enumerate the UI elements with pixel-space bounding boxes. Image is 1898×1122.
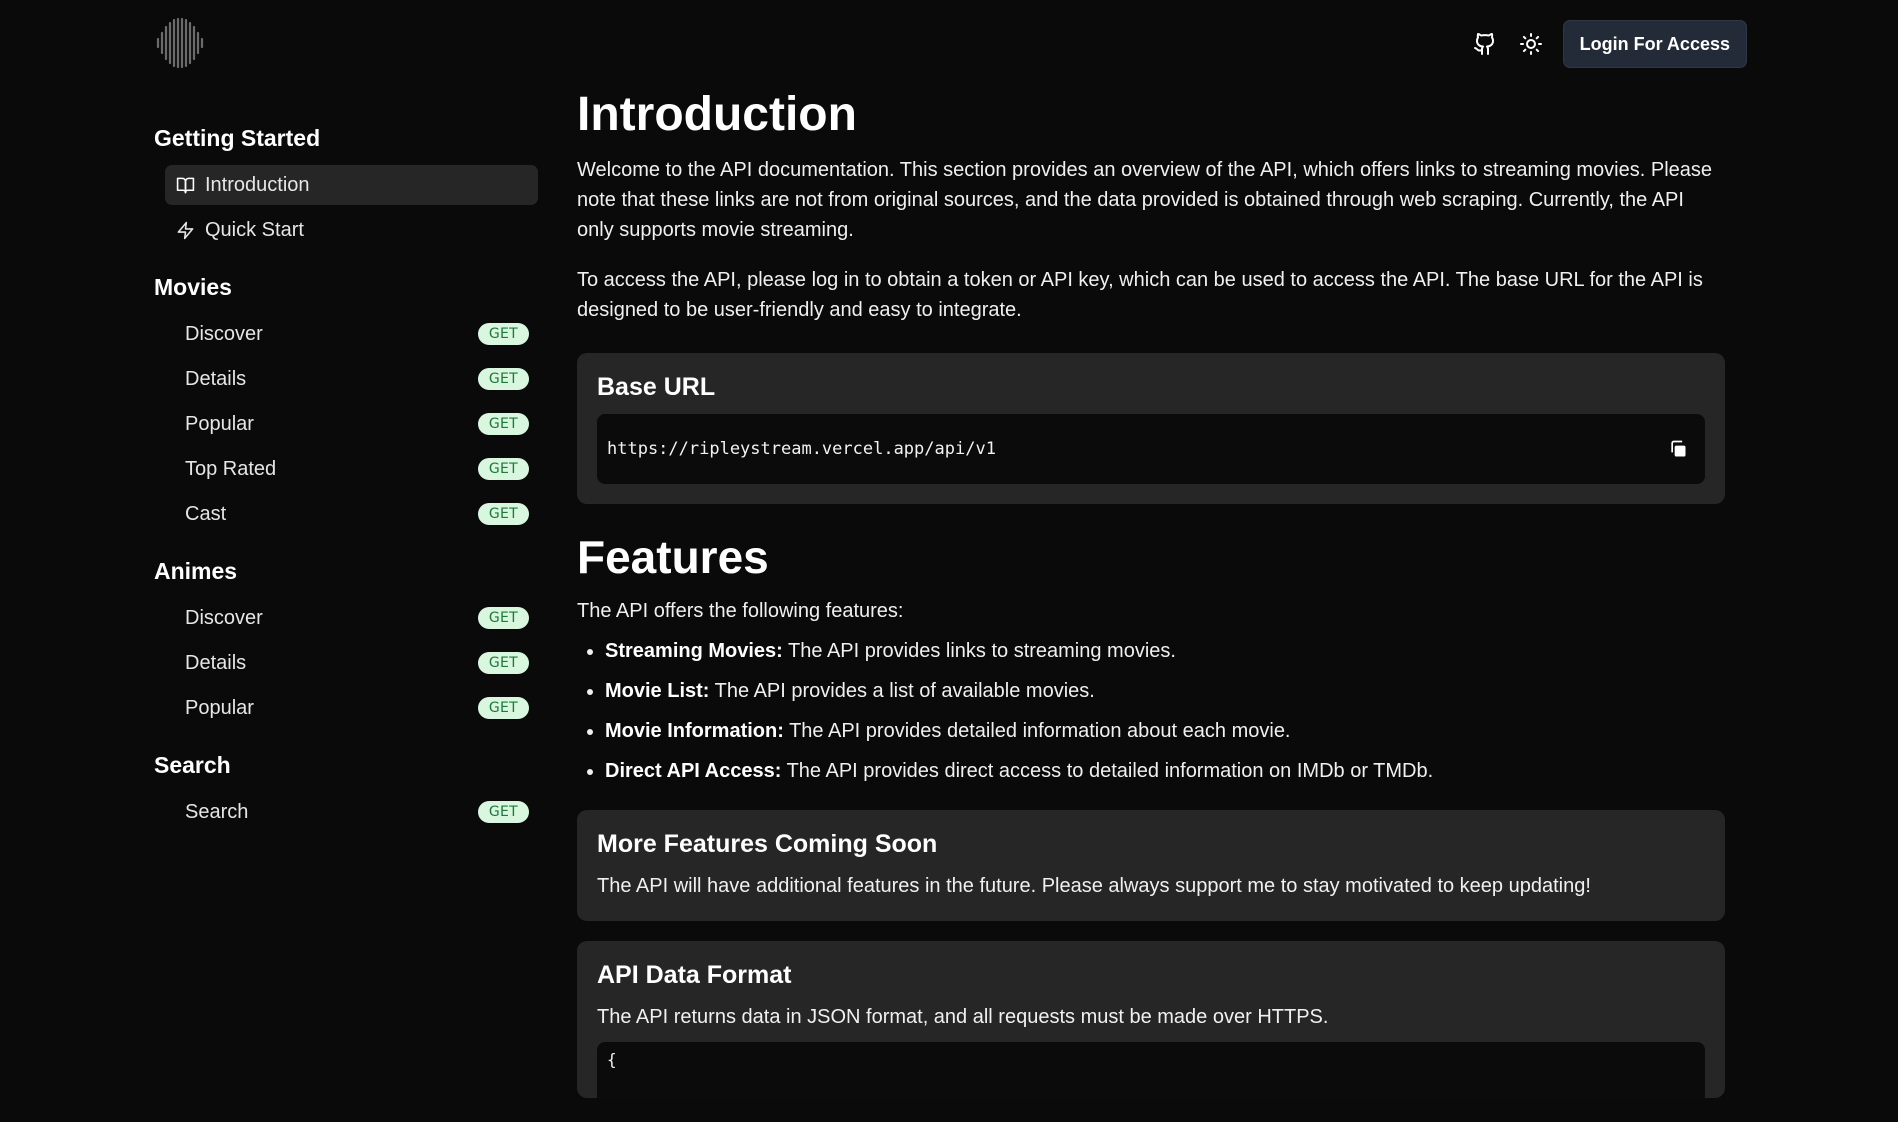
sidebar-item-animes-discover[interactable]: Discover GET — [165, 598, 538, 638]
method-badge: GET — [477, 503, 529, 525]
card-text: The API will have additional features in… — [597, 875, 1591, 897]
topbar-actions: Login For Access — [1471, 20, 1747, 68]
sidebar-item-label: Introduction — [205, 173, 310, 196]
sidebar-item-label: Search — [185, 800, 249, 823]
card-title: API Data Format — [597, 961, 792, 989]
sidebar-item-search[interactable]: Search GET — [165, 792, 538, 832]
feature-list: Streaming Movies: The API provides links… — [577, 636, 1725, 786]
login-button[interactable]: Login For Access — [1562, 20, 1747, 68]
waveform-logo-icon[interactable] — [154, 17, 206, 69]
zap-icon — [175, 220, 195, 240]
sidebar-item-label: Quick Start — [205, 218, 304, 241]
page-title: Introduction — [577, 88, 857, 141]
base-url-code: https://ripleystream.vercel.app/api/v1 — [597, 414, 1705, 484]
feature-desc: The API provides a list of available mov… — [709, 680, 1095, 702]
list-item: Direct API Access: The API provides dire… — [605, 756, 1725, 786]
method-badge: GET — [477, 801, 529, 823]
sidebar-item-quick-start[interactable]: Quick Start — [165, 210, 538, 250]
sidebar-item-label: Cast — [185, 502, 227, 525]
card-title: Base URL — [597, 373, 716, 401]
method-badge: GET — [477, 368, 529, 390]
features-intro: The API offers the following features: — [577, 600, 904, 622]
sidebar-item-movies-discover[interactable]: Discover GET — [165, 314, 538, 354]
sidebar-item-label: Popular — [185, 412, 254, 435]
feature-desc: The API provides detailed information ab… — [783, 720, 1291, 742]
sidebar-section-title: Search — [154, 752, 231, 778]
sidebar-item-label: Top Rated — [185, 457, 277, 480]
feature-name: Direct API Access: — [605, 760, 782, 782]
book-icon — [175, 175, 195, 195]
sun-icon[interactable] — [1517, 30, 1545, 58]
feature-name: Movie List: — [605, 680, 710, 702]
card-title: More Features Coming Soon — [597, 830, 938, 858]
sidebar-item-label: Discover — [185, 322, 263, 345]
sidebar-section-title: Movies — [154, 274, 232, 300]
method-badge: GET — [477, 697, 529, 719]
sidebar-item-animes-details[interactable]: Details GET — [165, 643, 538, 683]
sidebar-item-introduction[interactable]: Introduction — [165, 165, 538, 205]
sidebar-item-movies-details[interactable]: Details GET — [165, 359, 538, 399]
features-heading: Features — [577, 531, 769, 583]
list-item: Movie Information: The API provides deta… — [605, 716, 1725, 746]
feature-desc: The API provides direct access to detail… — [781, 760, 1434, 782]
method-badge: GET — [477, 607, 529, 629]
github-icon[interactable] — [1471, 30, 1499, 58]
base-url-card: Base URL https://ripleystream.vercel.app… — [577, 353, 1725, 504]
list-item: Streaming Movies: The API provides links… — [605, 636, 1725, 666]
method-badge: GET — [477, 458, 529, 480]
sidebar-item-movies-cast[interactable]: Cast GET — [165, 494, 538, 534]
intro-paragraph: Welcome to the API documentation. This s… — [577, 159, 1713, 241]
sidebar-item-movies-top-rated[interactable]: Top Rated GET — [165, 449, 538, 489]
card-text: The API returns data in JSON format, and… — [597, 1006, 1329, 1028]
method-badge: GET — [477, 323, 529, 345]
sidebar-item-animes-popular[interactable]: Popular GET — [165, 688, 538, 728]
json-code-block: { — [597, 1042, 1705, 1098]
coming-soon-card: More Features Coming Soon The API will h… — [577, 810, 1725, 921]
method-badge: GET — [477, 413, 529, 435]
data-format-card: API Data Format The API returns data in … — [577, 941, 1725, 1098]
sidebar-item-movies-popular[interactable]: Popular GET — [165, 404, 538, 444]
feature-desc: The API provides links to streaming movi… — [782, 640, 1176, 662]
intro-paragraph: To access the API, please log in to obta… — [577, 269, 1703, 321]
list-item: Movie List: The API provides a list of a… — [605, 676, 1725, 706]
sidebar-item-label: Popular — [185, 696, 254, 719]
sidebar-item-label: Details — [185, 651, 247, 674]
sidebar-item-label: Discover — [185, 606, 263, 629]
sidebar-section-title: Animes — [154, 558, 238, 584]
sidebar-item-label: Details — [185, 367, 247, 390]
sidebar-section-title: Getting Started — [154, 125, 321, 151]
method-badge: GET — [477, 652, 529, 674]
copy-icon[interactable] — [1665, 436, 1691, 462]
feature-name: Movie Information: — [605, 720, 784, 742]
sidebar: Getting Started Introduction Quick Start… — [154, 120, 538, 837]
main-content: Introduction Welcome to the API document… — [577, 85, 1725, 1122]
base-url-value[interactable]: https://ripleystream.vercel.app/api/v1 — [607, 439, 996, 459]
feature-name: Streaming Movies: — [605, 640, 783, 662]
